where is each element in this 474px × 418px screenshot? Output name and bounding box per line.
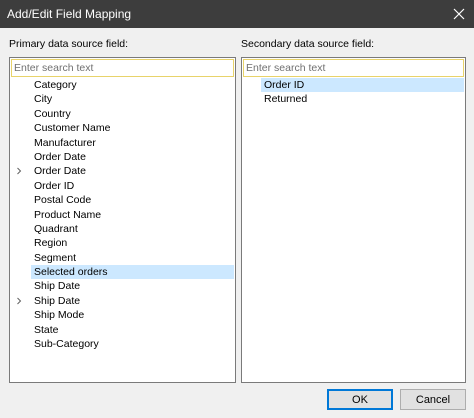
list-item-label: Sub-Category bbox=[34, 338, 99, 351]
list-item[interactable]: Postal Code bbox=[11, 193, 234, 207]
list-item-label: Region bbox=[34, 237, 68, 250]
primary-field-list: Category City Country Customer Name Manufact… bbox=[11, 78, 234, 351]
list-item-label: State bbox=[34, 323, 59, 336]
list-item-label: Order Date bbox=[34, 150, 86, 163]
primary-field-panel: Category CityCountry Customer NameManufact… bbox=[9, 57, 236, 383]
list-item[interactable]: Sub-Category bbox=[11, 337, 234, 351]
close-button[interactable] bbox=[444, 0, 474, 28]
list-item[interactable]: Order ID bbox=[243, 78, 464, 93]
list-item[interactable]: Product Name bbox=[11, 208, 234, 222]
cancel-button[interactable]: Cancel bbox=[400, 389, 466, 410]
list-item[interactable]: Selected orders bbox=[11, 265, 234, 280]
list-item[interactable]: Ship Date bbox=[11, 279, 234, 293]
list-item-label: Order Date bbox=[34, 165, 86, 178]
list-item[interactable]: Quadrant bbox=[11, 222, 234, 236]
list-item-label: Order ID bbox=[34, 179, 75, 192]
list-item[interactable]: Region bbox=[11, 236, 234, 250]
list-item-label: Ship Date bbox=[34, 280, 81, 293]
list-item[interactable]: Order ID bbox=[11, 179, 234, 193]
primary-field-label: Primary data source field: bbox=[9, 38, 129, 50]
primary-search-input[interactable] bbox=[11, 59, 234, 77]
secondary-field-label: Secondary data source field: bbox=[241, 38, 375, 50]
dialog-body: Primary data source field: Secondary dat… bbox=[0, 28, 474, 418]
secondary-field-list: Order ID Returned bbox=[243, 78, 464, 107]
secondary-search-input[interactable] bbox=[243, 59, 464, 77]
list-item-label: Customer Name bbox=[34, 122, 111, 135]
list-item[interactable]: Ship Date bbox=[11, 294, 234, 308]
list-item[interactable]: Ship Mode bbox=[11, 308, 234, 322]
title-bar: Add/Edit Field Mapping bbox=[0, 0, 474, 28]
list-item[interactable]: Returned bbox=[243, 92, 464, 106]
list-item[interactable]: City bbox=[11, 92, 234, 106]
list-item[interactable]: Manufacturer bbox=[11, 136, 234, 150]
list-item-label: Segment bbox=[34, 251, 77, 264]
list-item-label: Ship Mode bbox=[34, 309, 85, 322]
list-item-label: Ship Date bbox=[34, 294, 81, 307]
list-item[interactable]: Category bbox=[11, 78, 234, 92]
list-item-label: Selected orders bbox=[31, 265, 234, 280]
list-item-label: Country bbox=[34, 107, 71, 120]
list-item-label: Quadrant bbox=[34, 222, 78, 235]
list-item[interactable]: Country bbox=[11, 107, 234, 121]
list-item-label: Product Name bbox=[34, 208, 102, 221]
chevron-right-icon[interactable] bbox=[15, 297, 23, 305]
list-item-label: Order ID bbox=[261, 78, 464, 93]
list-item-label: City bbox=[34, 93, 53, 106]
list-item[interactable]: Order Date bbox=[11, 164, 234, 178]
close-icon bbox=[453, 8, 465, 20]
list-item-label: Postal Code bbox=[34, 194, 92, 207]
list-item-label: Manufacturer bbox=[34, 136, 96, 149]
list-item[interactable]: Customer Name bbox=[11, 121, 234, 135]
list-item-label: Category bbox=[34, 79, 77, 91]
window-title: Add/Edit Field Mapping bbox=[7, 7, 132, 21]
list-item[interactable]: State bbox=[11, 323, 234, 337]
list-item[interactable]: Order Date bbox=[11, 150, 234, 164]
list-item-label: Returned bbox=[264, 93, 308, 106]
ok-button[interactable]: OK bbox=[327, 389, 393, 410]
secondary-field-panel: Order IDReturned bbox=[241, 57, 466, 383]
list-item[interactable]: Segment bbox=[11, 251, 234, 265]
chevron-right-icon[interactable] bbox=[15, 167, 23, 175]
